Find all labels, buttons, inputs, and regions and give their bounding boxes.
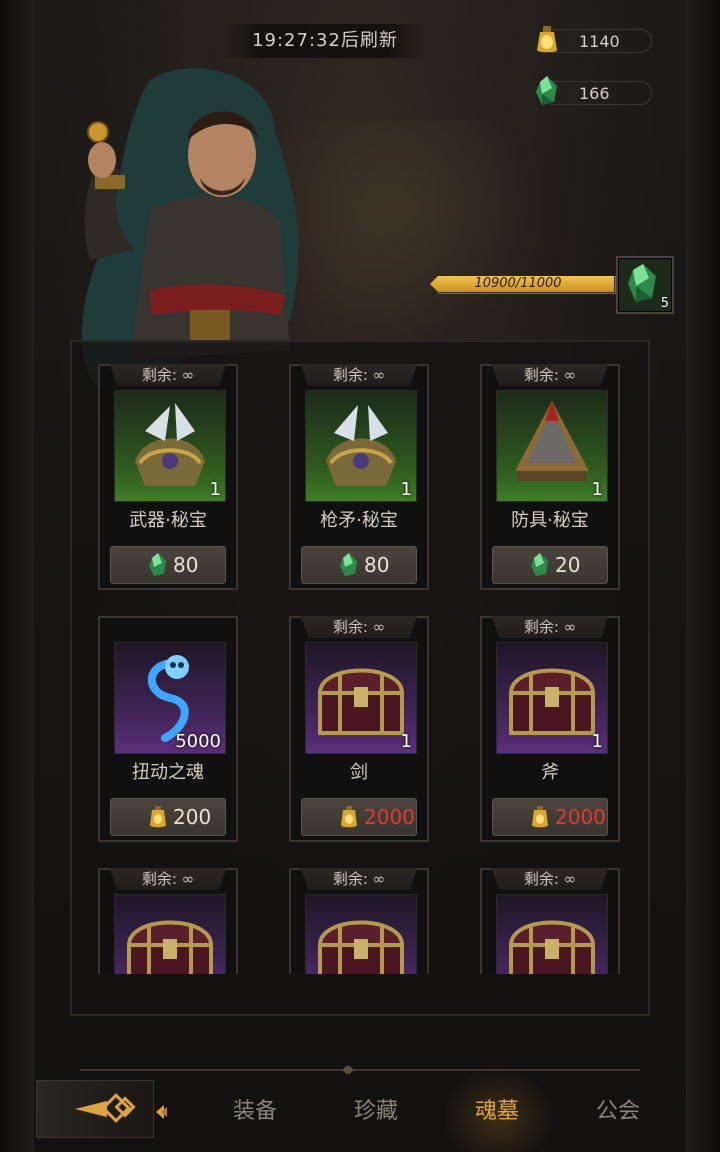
price-value: 20 <box>555 553 581 577</box>
item-icon-frame[interactable] <box>114 894 226 974</box>
item-quantity: 5000 <box>175 731 221 752</box>
refresh-timer: 19:27:32后刷新 <box>222 24 428 58</box>
shop-item-card[interactable]: 剩余: ∞ 1 剑 2000 <box>289 616 429 842</box>
nav-divider <box>80 1066 640 1074</box>
weapon-relic-icon <box>115 391 225 505</box>
item-icon-frame[interactable]: 1 <box>496 642 608 754</box>
buy-button[interactable]: 80 <box>110 546 226 584</box>
gem-currency-display: 166 <box>530 76 652 106</box>
shop-item-card[interactable]: 剩余: ∞ 1 防具·秘宝 20 <box>480 364 620 590</box>
shop-item-card[interactable]: 剩余: ∞ 1 枪矛·秘宝 80 <box>289 364 429 590</box>
buy-button[interactable]: 80 <box>301 546 417 584</box>
nav-back-button[interactable] <box>36 1080 169 1138</box>
tab-collection[interactable]: 珍藏 <box>331 1092 421 1132</box>
buy-button[interactable]: 20 <box>492 546 608 584</box>
remaining-stock-label: 剩余: ∞ <box>492 364 608 386</box>
gold-potion-icon <box>537 26 557 53</box>
collapse-arrow-icon[interactable] <box>154 1102 168 1122</box>
shop-item-card[interactable]: 剩余: ∞ <box>289 868 429 974</box>
treasure-chest-icon <box>306 643 416 757</box>
shop-item-card[interactable]: 剩余: ∞ <box>98 868 238 974</box>
item-icon-frame[interactable]: 1 <box>305 390 417 502</box>
shop-item-card[interactable]: 剩余: ∞ <box>480 868 620 974</box>
item-quantity: 1 <box>209 479 221 500</box>
remaining-stock-label: 剩余: ∞ <box>110 364 226 386</box>
remaining-stock-label: 剩余: ∞ <box>492 868 608 890</box>
item-quantity: 1 <box>591 731 603 752</box>
armor-relic-icon <box>497 391 607 505</box>
green-gem-icon <box>145 552 171 578</box>
treasure-chest-icon <box>497 643 607 757</box>
shop-panel: 剩余: ∞ 1 武器·秘宝 80 剩余: ∞ 1 枪矛·秘宝 80 剩余: ∞ 1 防具·秘宝 20 5… <box>70 340 650 1016</box>
green-gem-icon <box>336 552 362 578</box>
tab-soul-tomb[interactable]: 魂墓 <box>452 1092 542 1132</box>
tab-guild[interactable]: 公会 <box>573 1092 663 1132</box>
shop-item-card[interactable]: 剩余: ∞ 1 武器·秘宝 80 <box>98 364 238 590</box>
spear-relic-icon <box>306 391 416 505</box>
price-value: 2000 <box>364 805 415 829</box>
green-gem-icon <box>527 552 553 578</box>
gold-currency-display: 1140 <box>530 26 652 54</box>
item-icon-frame[interactable] <box>496 894 608 974</box>
price-value: 80 <box>364 553 390 577</box>
gold-potion-icon <box>145 804 171 830</box>
item-name: 武器·秘宝 <box>129 510 207 531</box>
remaining-stock-label: 剩余: ∞ <box>301 616 417 638</box>
buy-button[interactable]: 200 <box>110 798 226 836</box>
item-name: 枪矛·秘宝 <box>320 510 398 531</box>
progress-reward-box[interactable]: 5 <box>616 256 674 314</box>
left-frame-border <box>0 0 34 1152</box>
remaining-stock-label: 剩余: ∞ <box>492 616 608 638</box>
progress-text: 10900/11000 <box>474 276 562 291</box>
item-icon-frame[interactable]: 1 <box>305 642 417 754</box>
shop-item-card[interactable]: 剩余: ∞ 1 斧 2000 <box>480 616 620 842</box>
tab-equipment[interactable]: 装备 <box>210 1092 300 1132</box>
treasure-chest-icon <box>497 895 607 974</box>
item-quantity: 1 <box>400 479 412 500</box>
gold-potion-icon <box>527 804 553 830</box>
right-frame-border <box>686 0 720 1152</box>
remaining-stock-label: 剩余: ∞ <box>301 868 417 890</box>
shop-item-card[interactable]: 5000 扭动之魂 200 <box>98 616 238 842</box>
item-name: 扭动之魂 <box>132 762 204 783</box>
gem-amount: 166 <box>550 81 652 105</box>
item-quantity: 1 <box>591 479 603 500</box>
gold-amount: 1140 <box>550 29 652 53</box>
buy-button[interactable]: 2000 <box>492 798 608 836</box>
buy-button[interactable]: 2000 <box>301 798 417 836</box>
gem-progress-bar: 10900/11000 <box>420 274 616 294</box>
item-name: 防具·秘宝 <box>511 510 589 531</box>
treasure-chest-icon <box>306 895 416 974</box>
reward-count: 5 <box>660 296 669 311</box>
gold-potion-icon <box>336 804 362 830</box>
green-gem-icon <box>536 76 557 105</box>
remaining-stock-label: 剩余: ∞ <box>301 364 417 386</box>
price-value: 80 <box>173 553 199 577</box>
treasure-chest-icon <box>115 895 225 974</box>
price-value: 200 <box>173 805 212 829</box>
item-icon-frame[interactable] <box>305 894 417 974</box>
item-quantity: 1 <box>400 731 412 752</box>
price-value: 2000 <box>555 805 606 829</box>
shop-grid: 剩余: ∞ 1 武器·秘宝 80 剩余: ∞ 1 枪矛·秘宝 80 剩余: ∞ 1 防具·秘宝 20 5… <box>72 342 648 974</box>
item-name: 剑 <box>350 762 368 783</box>
item-name: 斧 <box>541 762 559 783</box>
item-icon-frame[interactable]: 1 <box>114 390 226 502</box>
remaining-stock-label: 剩余: ∞ <box>110 868 226 890</box>
item-icon-frame[interactable]: 5000 <box>114 642 226 754</box>
double-diamond-arrow-icon <box>75 1093 169 1123</box>
item-icon-frame[interactable]: 1 <box>496 390 608 502</box>
